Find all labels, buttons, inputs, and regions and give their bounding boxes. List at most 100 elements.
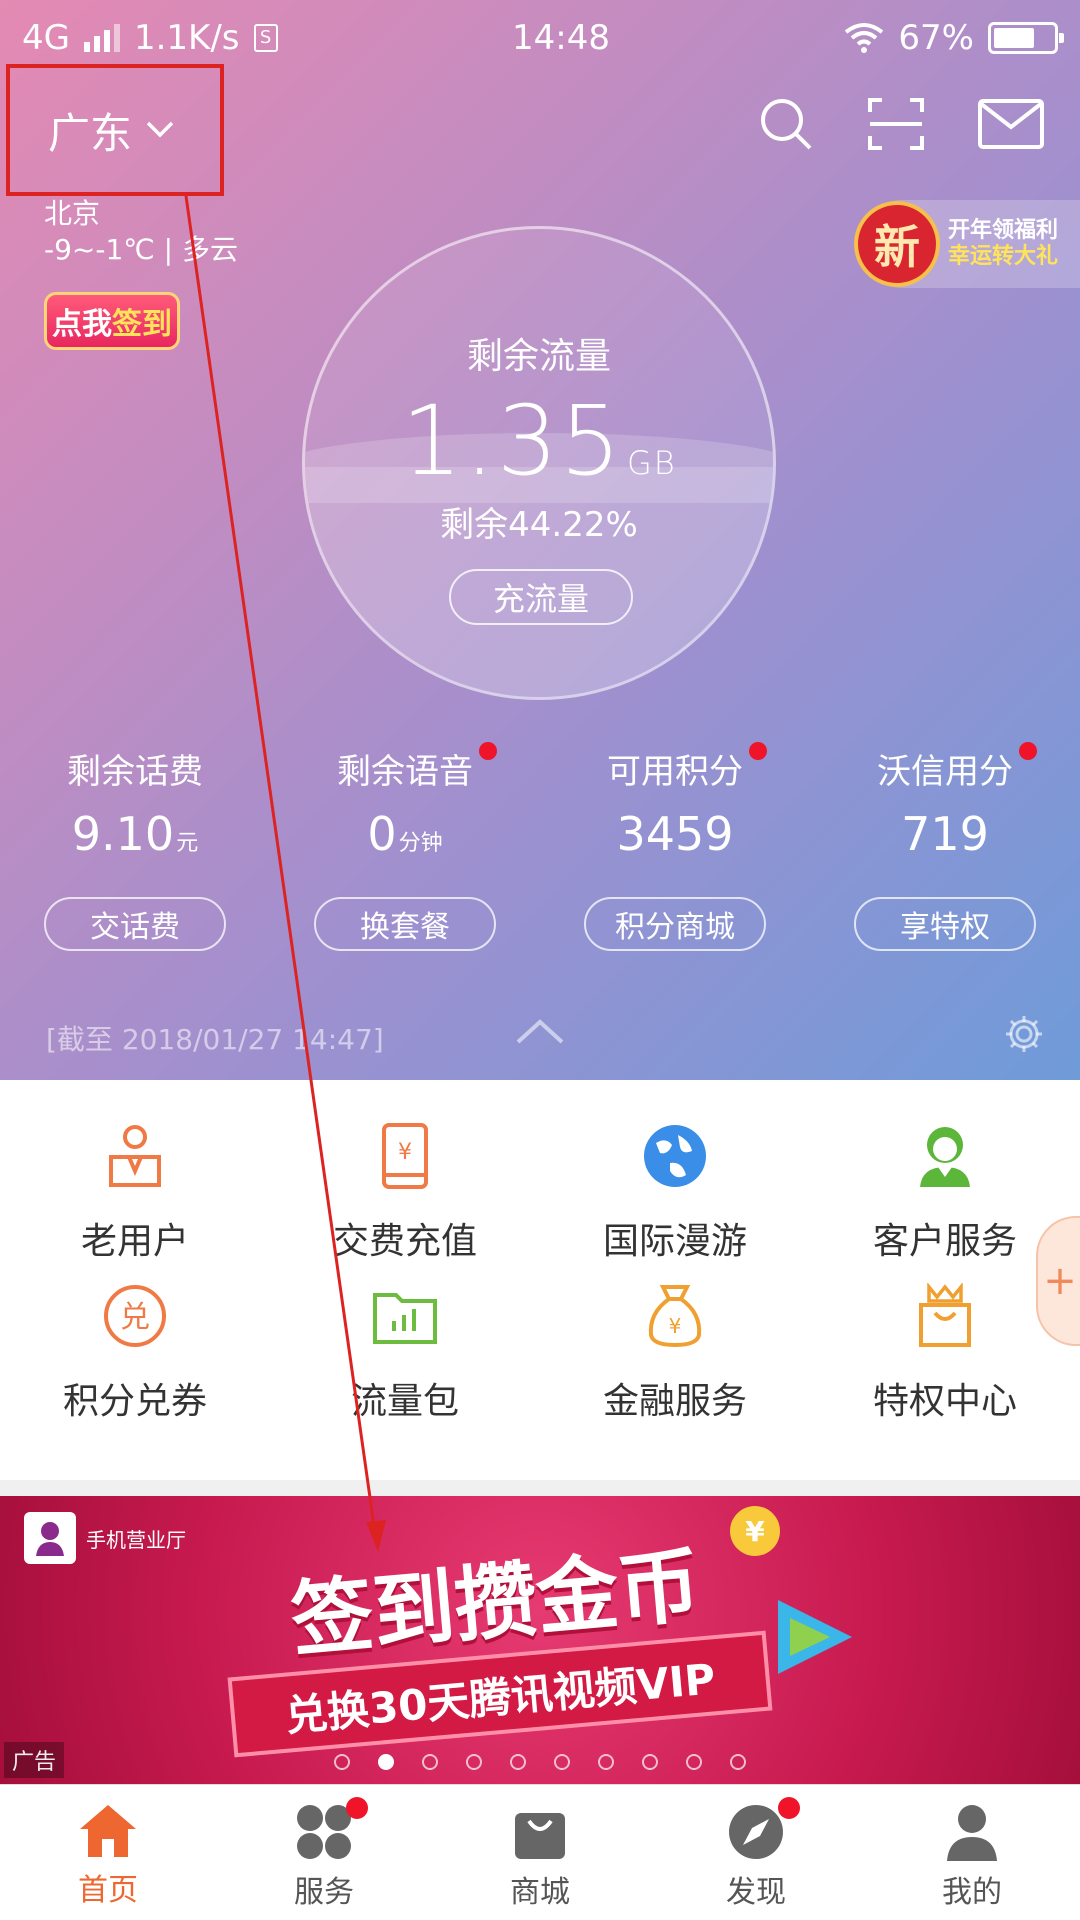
money-bag-icon: ¥ [648, 1285, 702, 1348]
grid-item-recharge[interactable]: ¥ 交费充值 [270, 1120, 540, 1280]
signal-icon [83, 24, 120, 52]
weather-label: -9~-1℃ | 多云 [44, 233, 238, 266]
grid-label: 金融服务 [602, 1381, 747, 1422]
carousel-dot[interactable] [422, 1754, 438, 1770]
carousel-dot[interactable] [686, 1754, 702, 1770]
chevron-up-icon[interactable] [516, 1018, 564, 1044]
tab-profile[interactable]: 我的 [864, 1785, 1080, 1920]
customer-service-icon [920, 1127, 970, 1187]
globe-icon [644, 1125, 706, 1187]
banner-brand: 手机营业厅 [24, 1512, 186, 1564]
gauge-title: 剩余流量 [466, 336, 611, 377]
promo-line-2: 幸运转大礼 [948, 244, 1059, 269]
notification-dot [749, 742, 767, 760]
tab-label: 商城 [510, 1875, 570, 1910]
tab-home[interactable]: 首页 [0, 1785, 216, 1920]
carousel-dot[interactable] [642, 1754, 658, 1770]
network-speed: 1.1K/s [133, 18, 240, 58]
wifi-icon [845, 23, 884, 53]
promo-banner[interactable]: 新 开年领福利 幸运转大礼 [854, 200, 1080, 288]
promo-badge: 新 [854, 201, 940, 287]
sim-icon: S [253, 24, 278, 52]
grid-label: 客户服务 [872, 1221, 1017, 1262]
carousel-dot[interactable] [554, 1754, 570, 1770]
carousel-dot[interactable] [730, 1754, 746, 1770]
data-usage-gauge: 剩余流量 1.35 GB 剩余44.22% 充流量 [302, 226, 776, 700]
chevron-down-icon [146, 121, 174, 138]
floating-add-button[interactable]: + [1036, 1216, 1080, 1346]
region-selector[interactable]: 广东 [6, 64, 224, 196]
region-label: 广东 [48, 108, 133, 158]
carousel-dots [0, 1754, 1080, 1770]
old-user-icon [109, 1125, 161, 1187]
carousel-dot[interactable] [466, 1754, 482, 1770]
stat-value: 719 [901, 807, 989, 861]
stat-voice: 剩余语音 0分钟 换套餐 [270, 742, 540, 951]
promo-carousel[interactable]: 手机营业厅 ¥ 签到攒金币 兑换30天腾讯视频VIP 广告 [0, 1496, 1080, 1784]
stat-credit: 沃信用分 719 享特权 [810, 742, 1080, 951]
tab-discover[interactable]: 发现 [648, 1785, 864, 1920]
stat-label: 剩余语音 [337, 752, 473, 792]
grid-item-data-pack[interactable]: 流量包 [270, 1280, 540, 1470]
gauge-number: 1.35 [401, 385, 623, 497]
service-grid: 老用户 ¥ 交费充值 国际漫游 客户服务 兑 积分兑券 流量包 ¥ 金融服务 特… [0, 1080, 1080, 1480]
carousel-dot[interactable] [378, 1754, 394, 1770]
privileges-button[interactable]: 享特权 [854, 897, 1036, 951]
update-timestamp: [截至 2018/01/27 14:47] [46, 1023, 384, 1056]
grid-label: 积分兑券 [62, 1381, 207, 1422]
svg-text:兑: 兑 [120, 1300, 150, 1335]
grid-label: 交费充值 [332, 1221, 477, 1262]
grid-label: 特权中心 [872, 1381, 1017, 1422]
carousel-dot[interactable] [334, 1754, 350, 1770]
carousel-dot[interactable] [510, 1754, 526, 1770]
message-icon[interactable] [978, 99, 1044, 149]
notification-dot [479, 742, 497, 760]
phone-recharge-icon: ¥ [382, 1123, 428, 1189]
grid-item-points-exchange[interactable]: 兑 积分兑券 [0, 1280, 270, 1470]
carousel-dot[interactable] [598, 1754, 614, 1770]
coin-icon: ¥ [730, 1506, 780, 1556]
grid-label: 老用户 [80, 1221, 189, 1262]
stat-label: 沃信用分 [877, 752, 1013, 792]
scan-icon[interactable] [868, 98, 924, 150]
account-overview-panel: 4G 1.1K/s S 14:48 67% 广东 北京 -9~-1℃ | 多云 … [0, 0, 1080, 1080]
notification-dot [1019, 742, 1037, 760]
shopping-bag-icon [515, 1813, 565, 1859]
data-folder-icon [373, 1293, 437, 1344]
stat-unit: 元 [176, 831, 199, 856]
grid-item-finance[interactable]: ¥ 金融服务 [540, 1280, 810, 1470]
grid-item-roaming[interactable]: 国际漫游 [540, 1120, 810, 1280]
stat-unit: 分钟 [398, 831, 443, 856]
city-label: 北京 [44, 197, 101, 230]
gauge-value: 1.35 GB [305, 385, 773, 497]
crown-bag-icon [919, 1283, 971, 1347]
video-play-icon [778, 1600, 852, 1674]
stat-label: 剩余话费 [67, 752, 203, 792]
grid-item-old-user[interactable]: 老用户 [0, 1120, 270, 1280]
grid-label: 流量包 [350, 1381, 459, 1422]
battery-percent: 67% [898, 18, 974, 58]
points-mall-button[interactable]: 积分商城 [584, 897, 766, 951]
gear-icon[interactable] [1004, 1014, 1044, 1054]
stat-points: 可用积分 3459 积分商城 [540, 742, 810, 951]
svg-text:¥: ¥ [669, 1314, 682, 1338]
pay-bill-button[interactable]: 交话费 [44, 897, 226, 951]
weather-info: 北京 -9~-1℃ | 多云 [44, 196, 238, 268]
clock: 14:48 [511, 18, 610, 58]
home-icon [80, 1805, 136, 1857]
tab-services[interactable]: 服务 [216, 1785, 432, 1920]
tab-label: 首页 [78, 1873, 138, 1908]
battery-icon [988, 22, 1064, 54]
signin-button[interactable]: 点我 签到 [44, 292, 180, 350]
network-type: 4G [22, 18, 70, 58]
tab-label: 发现 [726, 1875, 786, 1910]
stat-label: 可用积分 [607, 752, 743, 792]
stat-balance: 剩余话费 9.10元 交话费 [0, 744, 270, 951]
tab-mall[interactable]: 商城 [432, 1785, 648, 1920]
search-icon[interactable] [758, 96, 814, 152]
profile-icon [947, 1805, 997, 1861]
change-plan-button[interactable]: 换套餐 [314, 897, 496, 951]
gauge-unit: GB [627, 444, 677, 482]
notification-dot [778, 1797, 800, 1819]
recharge-data-button[interactable]: 充流量 [449, 569, 633, 625]
